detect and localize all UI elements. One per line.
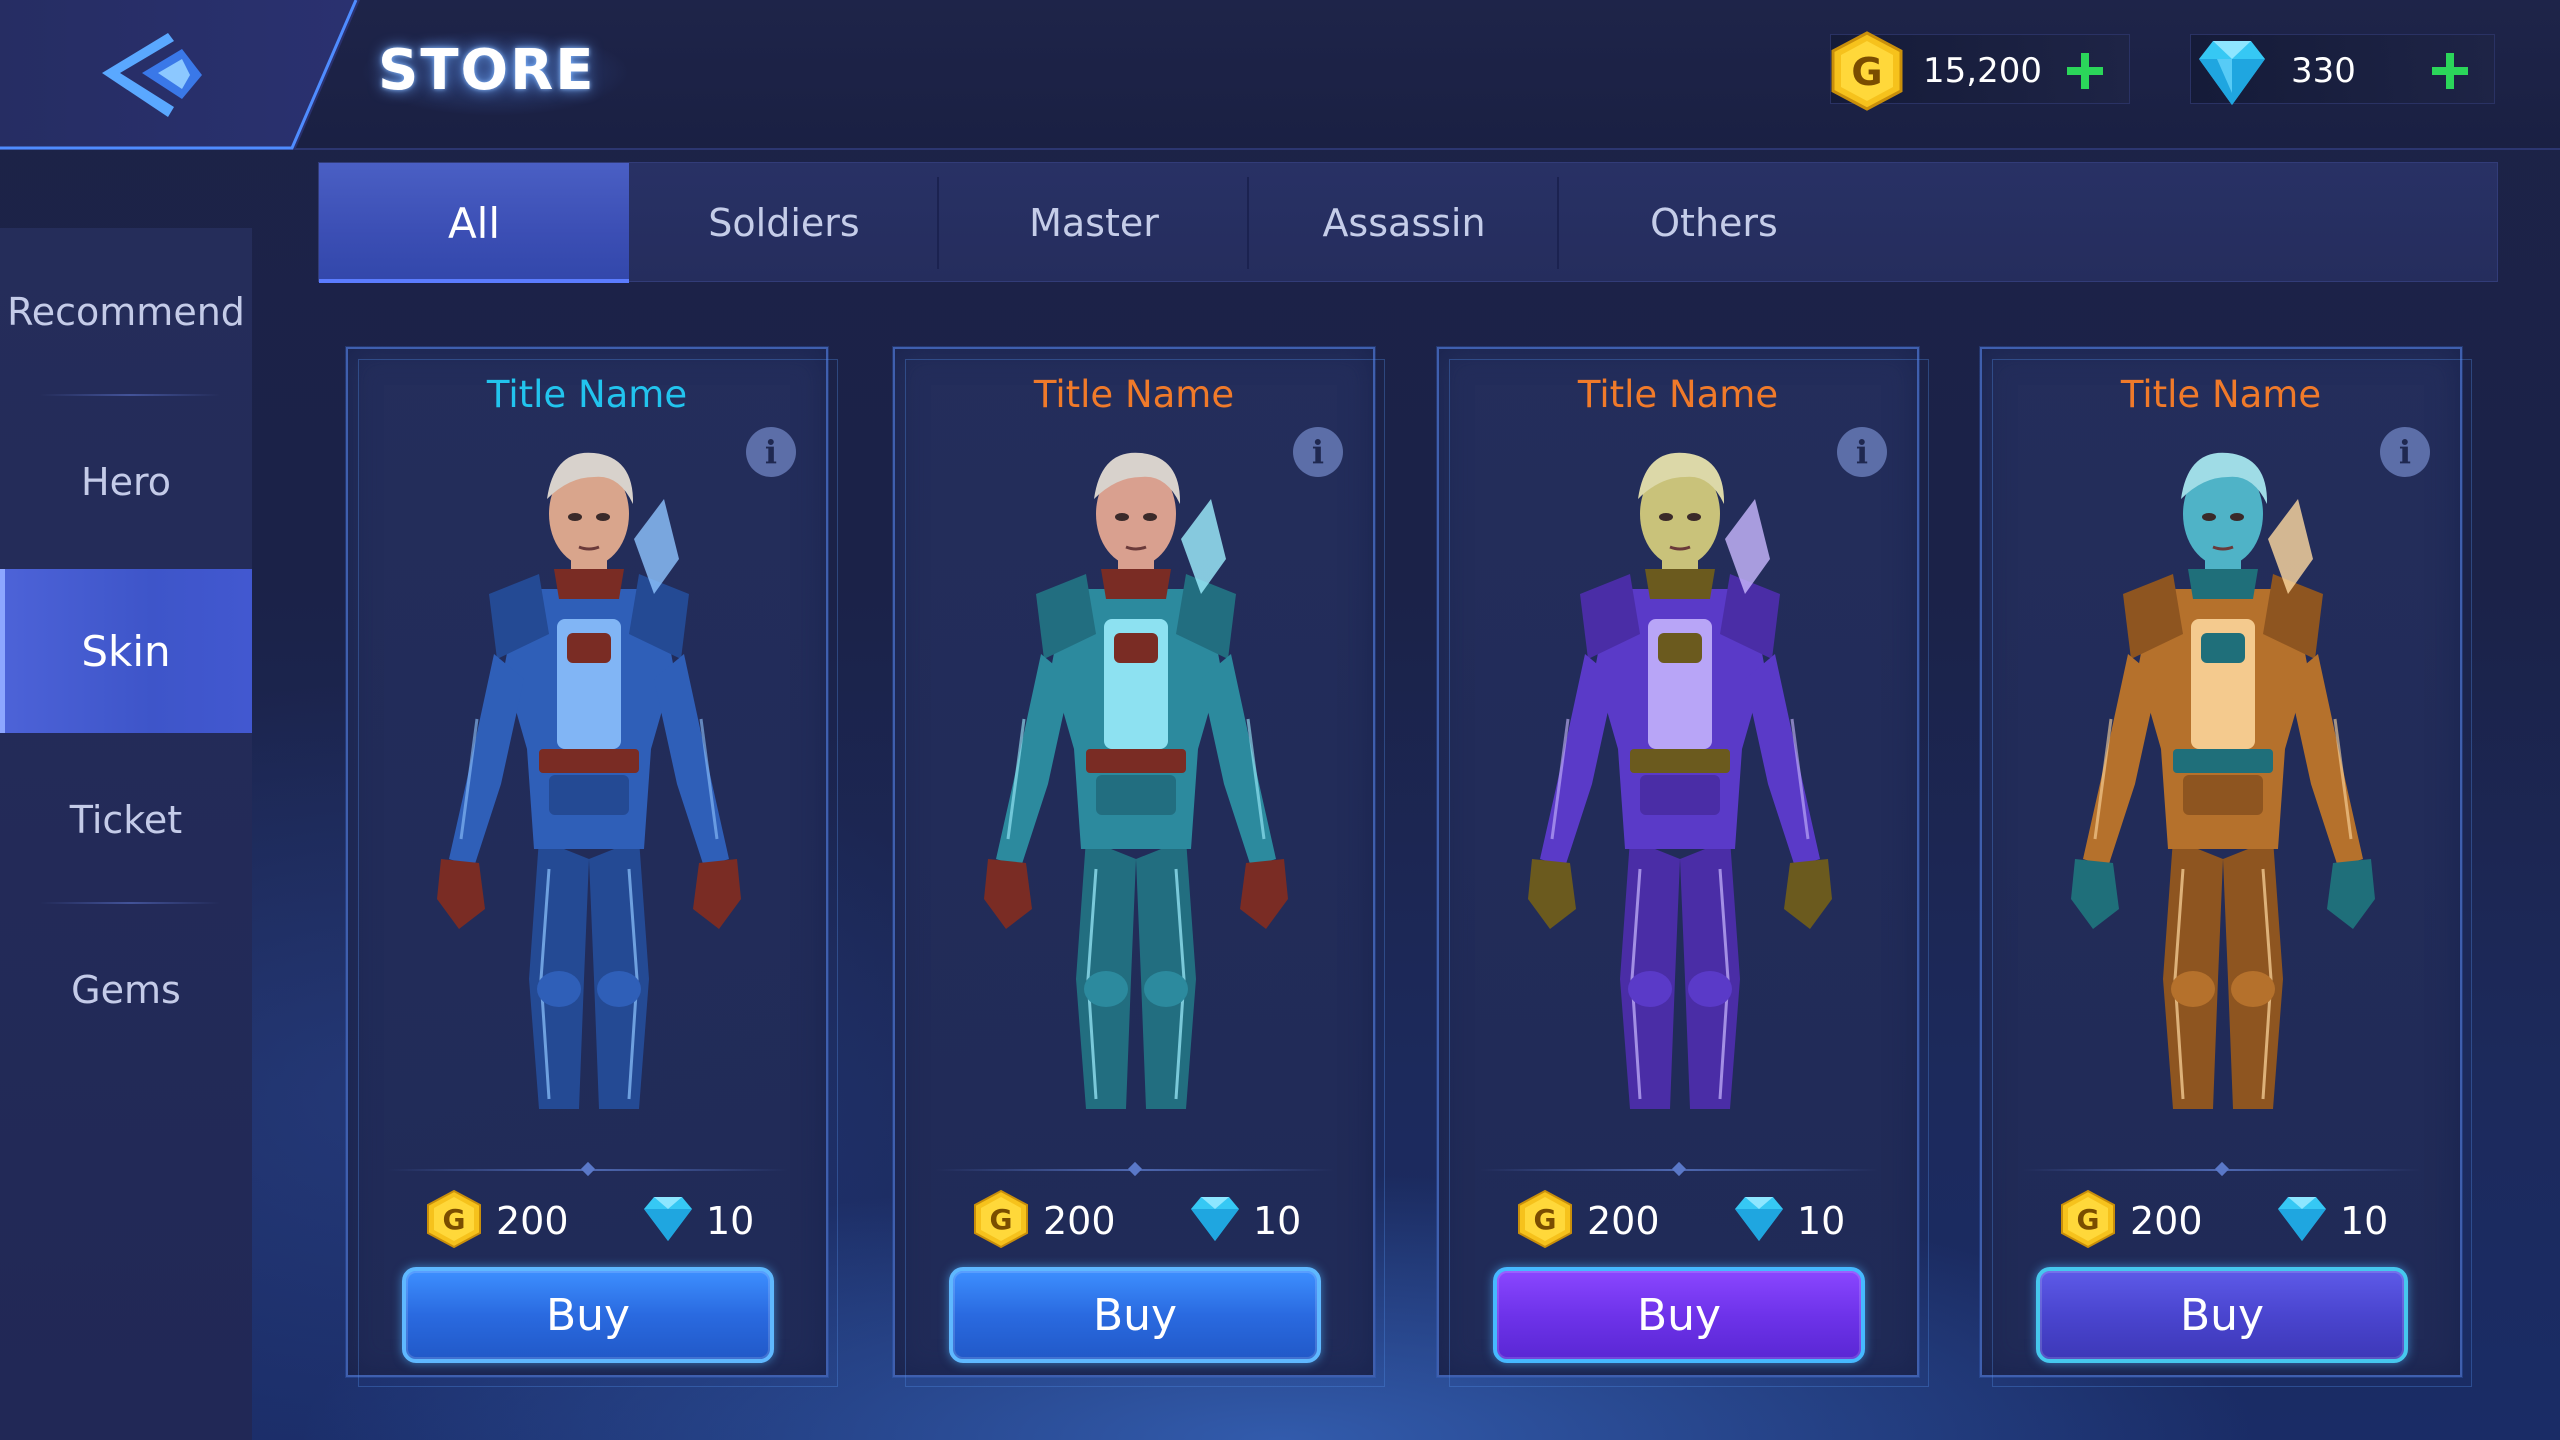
tab-assassin[interactable]: Assassin (1249, 163, 1559, 283)
hero-skin-model (437, 452, 741, 1109)
card-divider-ornament (2214, 1161, 2230, 1177)
tab-others[interactable]: Others (1559, 163, 1869, 283)
product-title: Title Name (486, 373, 688, 416)
info-button[interactable]: i (1837, 427, 1887, 477)
add-gems-button[interactable] (2428, 49, 2472, 93)
sidebar-item-ticket[interactable]: Ticket (0, 736, 252, 904)
info-button[interactable]: i (1293, 427, 1343, 477)
add-gold-button[interactable] (2063, 49, 2107, 93)
gold-coin-letter: G (1534, 1203, 1557, 1236)
gem-value: 330 (2291, 51, 2356, 91)
top-bar: STORE G 15,200 330 (0, 0, 2560, 150)
gold-price-value: 200 (2130, 1199, 2203, 1243)
buy-button[interactable]: Buy (2036, 1267, 2408, 1363)
info-button[interactable]: i (746, 427, 796, 477)
gem-price-value: 10 (1253, 1199, 1302, 1243)
gold-coin-letter: G (443, 1203, 466, 1236)
info-icon: i (764, 433, 778, 471)
gold-coin-icon: G (2061, 1189, 2115, 1249)
card-divider-ornament (1127, 1161, 1143, 1177)
tab-soldiers[interactable]: Soldiers (629, 163, 939, 283)
gem-price-value: 10 (706, 1199, 755, 1243)
card-divider-ornament (1671, 1161, 1687, 1177)
sidebar-item-skin[interactable]: Skin (0, 569, 252, 733)
info-icon: i (1311, 433, 1325, 471)
product-title: Title Name (1577, 373, 1779, 416)
diamond-icon (644, 1197, 692, 1241)
category-tabs: All Soldiers Master Assassin Others (318, 162, 2498, 283)
hero-skin-model (984, 452, 1288, 1109)
diamond-icon (1735, 1197, 1783, 1241)
gem-price-value: 10 (2340, 1199, 2389, 1243)
info-icon: i (1855, 433, 1869, 471)
hero-skin-model (1528, 452, 1832, 1109)
gold-coin-icon: G (427, 1189, 481, 1249)
product-card[interactable]: Title Name i G 200 10 Buy (1437, 347, 1929, 1387)
gold-coin-icon: G (974, 1189, 1028, 1249)
info-icon: i (2398, 433, 2412, 471)
diamond-icon (2278, 1197, 2326, 1241)
product-card[interactable]: Title Name i G 200 10 Buy (346, 347, 838, 1387)
diamond-icon (2199, 41, 2265, 105)
sidebar-divider (40, 902, 220, 904)
buy-button[interactable]: Buy (402, 1267, 774, 1363)
sidebar-item-hero[interactable]: Hero (0, 398, 252, 566)
info-button[interactable]: i (2380, 427, 2430, 477)
gem-balance: 330 (2190, 34, 2495, 105)
diamond-icon (1191, 1197, 1239, 1241)
sidebar-item-recommend[interactable]: Recommend (0, 228, 252, 396)
gold-price-value: 200 (1587, 1199, 1660, 1243)
gold-coin-letter: G (990, 1203, 1013, 1236)
sidebar-item-gems[interactable]: Gems (0, 906, 252, 1074)
buy-button[interactable]: Buy (949, 1267, 1321, 1363)
sidebar: Recommend Hero Skin Ticket Gems (0, 228, 252, 1440)
gold-price-value: 200 (496, 1199, 569, 1243)
product-card[interactable]: Title Name i G 200 10 Buy (1980, 347, 2472, 1387)
back-chevron-icon (102, 33, 202, 117)
tab-all[interactable]: All (319, 163, 629, 283)
hero-skin-model (2071, 452, 2375, 1109)
gold-coin-icon: G (1831, 31, 1903, 111)
gold-coin-letter: G (1851, 50, 1882, 94)
product-title: Title Name (1033, 373, 1235, 416)
gem-price-value: 10 (1797, 1199, 1846, 1243)
sidebar-divider (40, 394, 220, 396)
buy-button[interactable]: Buy (1493, 1267, 1865, 1363)
gold-value: 15,200 (1923, 51, 2042, 91)
card-divider-ornament (580, 1161, 596, 1177)
product-card[interactable]: Title Name i G 200 10 Buy (893, 347, 1385, 1387)
gold-coin-icon: G (1518, 1189, 1572, 1249)
gold-balance: G 15,200 (1830, 31, 2130, 111)
product-title: Title Name (2120, 373, 2322, 416)
gold-coin-letter: G (2077, 1203, 2100, 1236)
page-title: STORE (378, 38, 596, 103)
back-button[interactable] (90, 25, 230, 125)
tab-master[interactable]: Master (939, 163, 1249, 283)
gold-price-value: 200 (1043, 1199, 1116, 1243)
